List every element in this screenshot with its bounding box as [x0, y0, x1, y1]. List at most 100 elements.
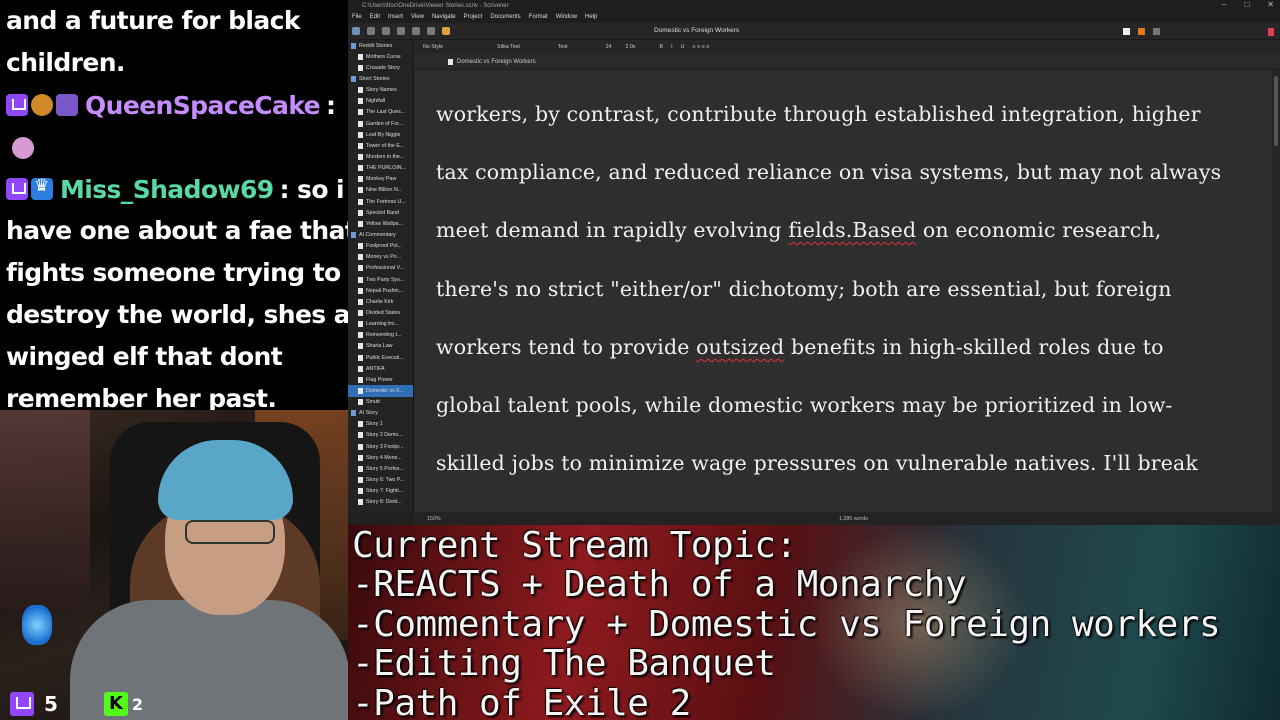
binder-document[interactable]: Nepali Pushin...	[348, 285, 413, 296]
font-select[interactable]: Sitka Text	[497, 44, 520, 50]
menu-navigate[interactable]: Navigate	[432, 14, 456, 20]
document-icon	[358, 477, 363, 484]
binder-document[interactable]: Mothers Curse	[348, 51, 413, 62]
editor-line: meet demand in rapidly evolving fields.B…	[436, 218, 1161, 242]
binder-document[interactable]: Flag Power	[348, 374, 413, 385]
binder-document[interactable]: Smutt	[348, 397, 413, 408]
binder-document[interactable]: Sharia Law	[348, 341, 413, 352]
binder-document[interactable]: Crusade Story	[348, 62, 413, 73]
binder-item-label: Charlie Kirk	[366, 298, 394, 305]
binder-folder[interactable]: Reddit Stories	[348, 40, 413, 51]
binder-document[interactable]: Reinventing t...	[348, 330, 413, 341]
chat-message-header: Miss_Shadow69 : so i	[0, 168, 348, 210]
binder-document[interactable]: Story 3 Foolpr...	[348, 441, 413, 452]
binder-document[interactable]: Public Executi...	[348, 352, 413, 363]
binder-document[interactable]: Specled Band	[348, 207, 413, 218]
binder-document[interactable]: Learning fro...	[348, 319, 413, 330]
document-icon	[358, 53, 363, 60]
document-icon	[358, 209, 363, 216]
binder-document[interactable]: The Fortress U...	[348, 196, 413, 207]
binder-document[interactable]: Murders in the...	[348, 151, 413, 162]
binder-item-label: ANTIFA	[366, 365, 385, 372]
bold-icon[interactable]: B	[660, 44, 664, 50]
add-icon[interactable]	[382, 27, 390, 35]
binder-folder[interactable]: AI Commentary	[348, 229, 413, 240]
menu-project[interactable]: Project	[464, 14, 483, 20]
editor-scrollbar[interactable]	[1272, 70, 1280, 512]
menu-documents[interactable]: Documents	[490, 14, 520, 20]
binder-folder[interactable]: AI Story	[348, 408, 413, 419]
trash-icon[interactable]	[412, 27, 420, 35]
binder-document[interactable]: Leaf By Niggle	[348, 129, 413, 140]
menu-insert[interactable]: Insert	[388, 14, 403, 20]
binder-item-label: Reddit Stories	[359, 42, 393, 49]
binder-document[interactable]: Story Names	[348, 85, 413, 96]
corkboard-view-icon[interactable]	[1138, 28, 1145, 35]
menu-file[interactable]: File	[352, 14, 362, 20]
compose-icon[interactable]	[442, 27, 450, 35]
binder-toggle-icon[interactable]	[352, 27, 360, 35]
italic-icon[interactable]: I	[671, 44, 672, 50]
binder-footer	[348, 512, 414, 525]
size-select[interactable]: 24	[606, 44, 612, 50]
binder-document[interactable]: The Last Ques...	[348, 107, 413, 118]
binder-item-label: Divided States	[366, 309, 401, 316]
binder-document[interactable]: Two Party Sys...	[348, 274, 413, 285]
binder-document[interactable]: Story 8: Divid...	[348, 497, 413, 508]
close-icon[interactable]: ✕	[1267, 0, 1274, 9]
binder-document[interactable]: Story 2 Demo...	[348, 430, 413, 441]
binder-document[interactable]: Nine Billion N...	[348, 185, 413, 196]
editor-text-area[interactable]: workers, by contrast, contribute through…	[415, 70, 1272, 512]
binder-document[interactable]: Yellow Wallpa...	[348, 218, 413, 229]
maximize-icon[interactable]: □	[1244, 0, 1249, 9]
folder-add-icon[interactable]	[397, 27, 405, 35]
chat-text-line: and a future for black	[6, 6, 301, 35]
editor-view-icon[interactable]	[1123, 28, 1130, 35]
binder-document[interactable]: Foolproof Pol...	[348, 241, 413, 252]
binder-document[interactable]: Monkey Paw	[348, 174, 413, 185]
zoom-level[interactable]: 150%	[427, 516, 441, 522]
binder-document[interactable]: Professional V...	[348, 263, 413, 274]
binder-item-label: Story 6: Two P...	[366, 477, 405, 484]
variant-select[interactable]: Text	[558, 44, 568, 50]
chat-emote-line	[0, 126, 348, 168]
binder-document[interactable]: Story 4 Mone...	[348, 452, 413, 463]
binder-document[interactable]: Tower of the E...	[348, 140, 413, 151]
binder-document[interactable]: Nightfall	[348, 96, 413, 107]
binder-item-label: Tower of the E...	[366, 142, 405, 149]
binder-document[interactable]: Story 6: Two P...	[348, 474, 413, 485]
binder-document[interactable]: Garden of For...	[348, 118, 413, 129]
menu-edit[interactable]: Edit	[370, 14, 380, 20]
editor-line: skilled jobs to minimize wage pressures …	[436, 451, 1198, 475]
menu-help[interactable]: Help	[585, 14, 597, 20]
binder-document[interactable]: Charlie Kirk	[348, 296, 413, 307]
binder-document[interactable]: Domestic vs F...	[348, 385, 413, 397]
binder-document[interactable]: ANTIFA	[348, 363, 413, 374]
menu-view[interactable]: View	[411, 14, 424, 20]
underline-icon[interactable]: U	[681, 44, 685, 50]
menu-format[interactable]: Format	[529, 14, 548, 20]
scrollbar-thumb[interactable]	[1274, 76, 1278, 146]
binder-document[interactable]: Story 7: Fighti...	[348, 486, 413, 497]
outline-view-icon[interactable]	[1153, 28, 1160, 35]
binder-item-label: THE PURLOIN...	[366, 165, 407, 172]
binder-document[interactable]: THE PURLOIN...	[348, 163, 413, 174]
binder-document[interactable]: Money vs Po...	[348, 252, 413, 263]
history-icon[interactable]	[367, 27, 375, 35]
document-icon	[358, 187, 363, 194]
binder-document[interactable]: Divided States	[348, 307, 413, 318]
bookmark-icon[interactable]	[1268, 28, 1274, 36]
binder-item-label: Story 4 Mone...	[366, 454, 402, 461]
minimize-icon[interactable]: –	[1222, 0, 1226, 9]
menu-window[interactable]: Window	[556, 14, 577, 20]
binder-document[interactable]: Story 1	[348, 419, 413, 430]
tools-icon[interactable]	[427, 27, 435, 35]
word-count: 1,280 words	[839, 516, 868, 522]
binder-document[interactable]: Story 5 Profes...	[348, 463, 413, 474]
binder-folder[interactable]: Short Stories	[348, 73, 413, 84]
align-icon[interactable]: ≡ ≡ ≡ ≡	[692, 44, 709, 50]
style-select[interactable]: No Style	[423, 44, 443, 50]
document-icon	[358, 109, 363, 116]
spacing-select[interactable]: 2.0x	[626, 44, 636, 50]
document-icon	[358, 198, 363, 205]
